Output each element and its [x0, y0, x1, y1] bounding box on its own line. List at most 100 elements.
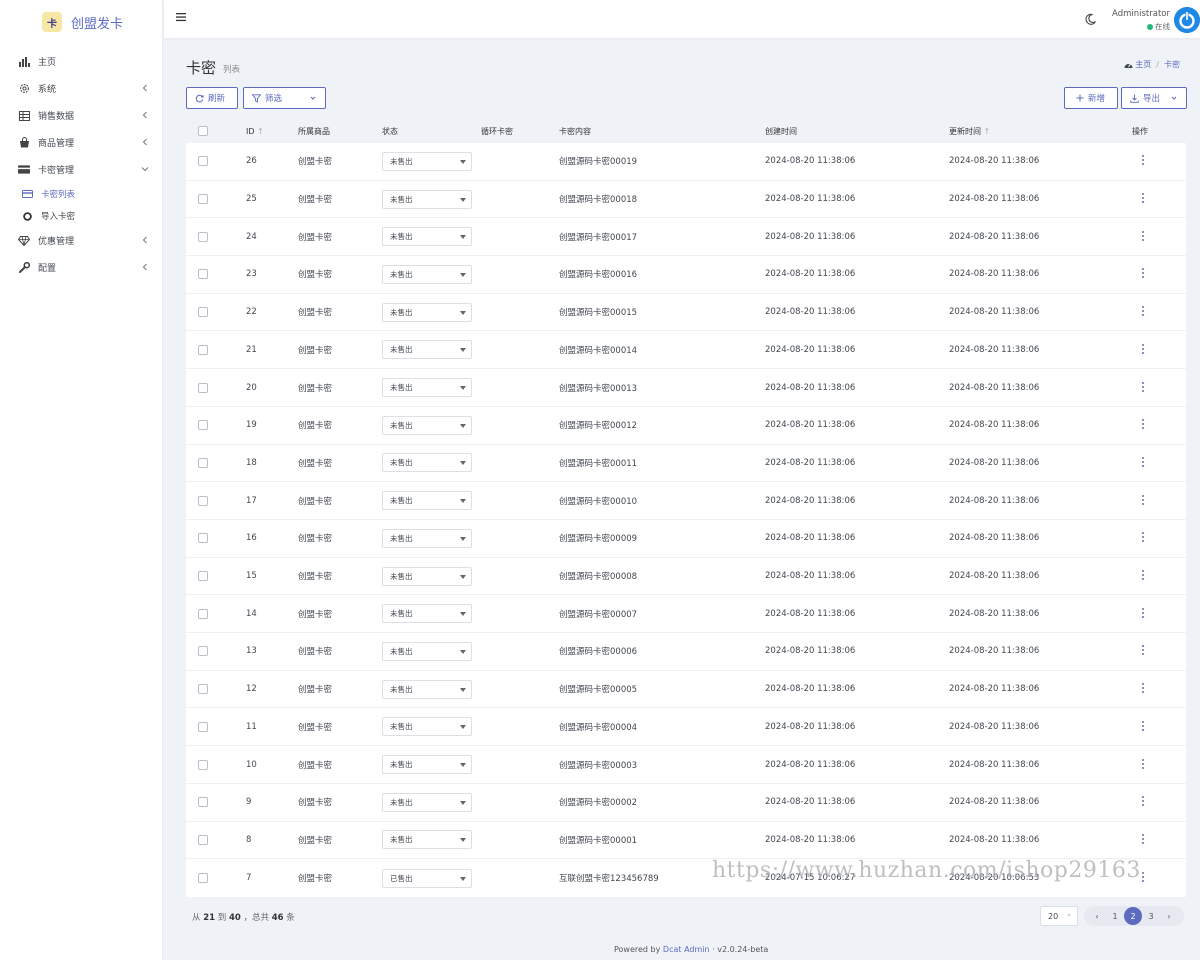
status-select[interactable]: 未售出: [382, 302, 472, 322]
row-actions-icon[interactable]: [1141, 645, 1145, 657]
refresh-button[interactable]: 刷新: [186, 87, 238, 109]
row-checkbox[interactable]: [198, 759, 208, 770]
status-select[interactable]: 未售出: [382, 641, 472, 661]
row-checkbox[interactable]: [198, 873, 208, 884]
status-select[interactable]: 未售出: [382, 604, 472, 624]
row-actions-icon[interactable]: [1141, 872, 1145, 884]
column-id[interactable]: ID ↑: [246, 127, 264, 136]
row-actions-icon[interactable]: [1141, 683, 1145, 695]
row-actions-icon[interactable]: [1141, 419, 1145, 431]
row-checkbox[interactable]: [198, 684, 208, 695]
row-checkbox[interactable]: [198, 646, 208, 657]
prev-page-button[interactable]: ‹: [1088, 907, 1106, 925]
per-page-select[interactable]: 20 ⌃: [1040, 906, 1078, 926]
status-select[interactable]: 未售出: [382, 151, 472, 171]
row-checkbox[interactable]: [198, 721, 208, 732]
sidebar-item-products[interactable]: 商品管理: [0, 129, 162, 156]
row-actions-icon[interactable]: [1141, 343, 1145, 356]
export-button[interactable]: 导出: [1121, 87, 1187, 109]
brand[interactable]: 卡 创盟发卡: [0, 0, 162, 44]
row-actions-icon[interactable]: [1141, 268, 1145, 280]
row-checkbox[interactable]: [198, 457, 208, 468]
status-select[interactable]: 未售出: [382, 415, 472, 435]
row-actions-icon[interactable]: [1141, 570, 1145, 582]
row-actions-icon[interactable]: [1141, 306, 1145, 318]
row-checkbox[interactable]: [198, 420, 208, 431]
row-actions-icon[interactable]: [1141, 833, 1145, 846]
status-select[interactable]: 未售出: [382, 340, 472, 360]
page-button-current[interactable]: 2: [1124, 907, 1142, 925]
column-updated[interactable]: 更新时间 ↑: [949, 126, 990, 137]
moon-icon[interactable]: [1084, 13, 1097, 26]
user-name[interactable]: Administrator: [1112, 9, 1170, 19]
cell-updated: 2024-08-20 11:38:06: [949, 156, 1040, 167]
cell-updated: 2024-08-20 11:38:06: [949, 684, 1040, 695]
status-select[interactable]: 未售出: [382, 792, 472, 812]
row-actions-icon[interactable]: [1141, 758, 1145, 771]
add-button[interactable]: 新增: [1064, 87, 1118, 109]
row-checkbox[interactable]: [198, 194, 208, 205]
row-actions-icon[interactable]: [1141, 155, 1145, 167]
row-checkbox[interactable]: [198, 571, 208, 582]
select-all-checkbox[interactable]: [198, 126, 208, 136]
footer-separator: ·: [712, 945, 715, 954]
status-select[interactable]: 未售出: [382, 264, 472, 284]
row-actions-icon[interactable]: [1141, 381, 1145, 394]
cell-content: 创盟源码卡密00001: [559, 835, 638, 846]
page-button[interactable]: 1: [1106, 907, 1124, 925]
sidebar-item-config[interactable]: 配置: [0, 254, 162, 281]
row-checkbox[interactable]: [198, 269, 208, 280]
status-select[interactable]: 未售出: [382, 566, 472, 586]
row-checkbox[interactable]: [198, 231, 208, 242]
sidebar-item-label: 商品管理: [38, 139, 75, 149]
watermark: https://www.huzhan.com/ishop29163: [712, 858, 1141, 883]
status-select[interactable]: 未售出: [382, 189, 472, 209]
row-actions-icon[interactable]: [1141, 193, 1145, 205]
row-checkbox[interactable]: [198, 307, 208, 318]
caret-down-icon: [460, 574, 466, 579]
row-actions-icon[interactable]: [1141, 532, 1145, 544]
status-select[interactable]: 未售出: [382, 491, 472, 511]
sidebar-item-card-list[interactable]: 卡密列表: [0, 183, 162, 205]
sidebar-item-system[interactable]: 系统: [0, 75, 162, 102]
table-row: 23 创盟卡密 未售出 创盟源码卡密00016 2024-08-20 11:38…: [186, 256, 1186, 294]
sidebar-item-cards[interactable]: 卡密管理: [0, 156, 162, 183]
sidebar-item-discounts[interactable]: 优惠管理: [0, 227, 162, 254]
row-checkbox[interactable]: [198, 495, 208, 506]
row-checkbox[interactable]: [198, 797, 208, 808]
status-select[interactable]: 未售出: [382, 830, 472, 850]
caret-down-icon: [460, 499, 466, 504]
row-checkbox[interactable]: [198, 344, 208, 355]
sidebar-item-home[interactable]: 主页: [0, 48, 162, 75]
row-actions-icon[interactable]: [1141, 607, 1145, 620]
status-select[interactable]: 未售出: [382, 227, 472, 247]
page-button[interactable]: 3: [1142, 907, 1160, 925]
status-select[interactable]: 未售出: [382, 679, 472, 699]
per-page-value: 20: [1048, 911, 1059, 921]
row-actions-icon[interactable]: [1141, 494, 1145, 507]
row-actions-icon[interactable]: [1141, 230, 1145, 243]
status-select[interactable]: 未售出: [382, 453, 472, 473]
row-checkbox[interactable]: [198, 382, 208, 393]
sidebar-item-sales[interactable]: 销售数据: [0, 102, 162, 129]
next-page-button[interactable]: ›: [1160, 907, 1178, 925]
footer-link[interactable]: Dcat Admin: [663, 945, 710, 954]
row-checkbox[interactable]: [198, 533, 208, 544]
status-select[interactable]: 未售出: [382, 755, 472, 775]
row-checkbox[interactable]: [198, 608, 208, 619]
status-select[interactable]: 未售出: [382, 378, 472, 398]
status-select[interactable]: 未售出: [382, 528, 472, 548]
avatar[interactable]: [1174, 7, 1200, 33]
row-actions-icon[interactable]: [1141, 720, 1145, 733]
filter-button[interactable]: 筛选: [243, 87, 326, 109]
row-actions-icon[interactable]: [1141, 796, 1145, 808]
row-checkbox[interactable]: [198, 156, 208, 167]
status-select[interactable]: 未售出: [382, 717, 472, 737]
row-actions-icon[interactable]: [1141, 456, 1145, 469]
row-checkbox[interactable]: [198, 834, 208, 845]
chevron-down-icon: [141, 167, 149, 172]
sidebar-item-import-cards[interactable]: 导入卡密: [0, 205, 162, 227]
menu-toggle-icon[interactable]: [176, 12, 186, 22]
status-select[interactable]: 已售出: [382, 868, 472, 888]
breadcrumb-home[interactable]: 主页: [1135, 59, 1151, 70]
